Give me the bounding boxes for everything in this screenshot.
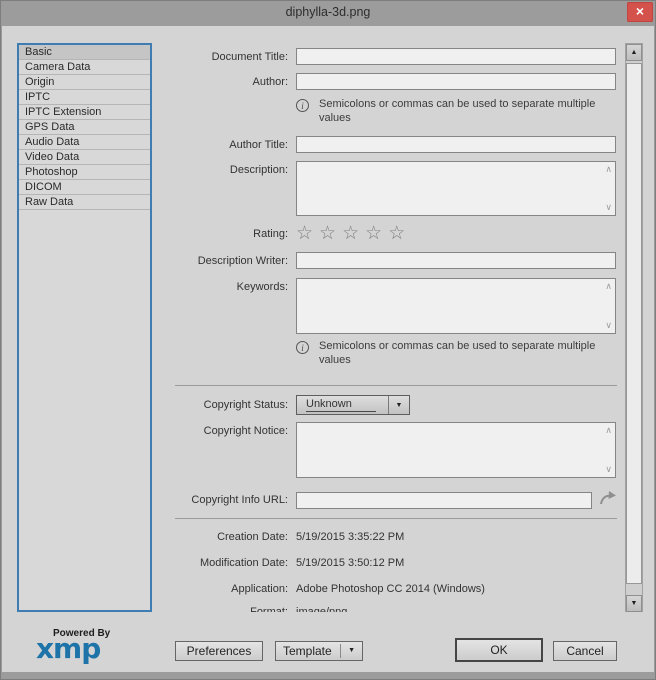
author-title-label: Author Title: <box>229 138 288 151</box>
close-icon: × <box>635 3 645 19</box>
section-divider <box>175 518 617 519</box>
author-title-input[interactable] <box>296 136 616 153</box>
info-icon: i <box>296 341 309 354</box>
section-divider <box>175 385 617 386</box>
creation-date-row: Creation Date: 5/19/2015 3:35:22 PM <box>160 531 620 543</box>
document-title-label: Document Title: <box>211 50 288 63</box>
keywords-label: Keywords: <box>236 281 288 293</box>
author-row: Author: <box>160 73 620 90</box>
multi-value-note: Semicolons or commas can be used to sepa… <box>319 340 596 366</box>
sidebar-item-dicom[interactable]: DICOM <box>19 180 150 195</box>
rating-row: Rating: ☆☆☆☆☆ <box>160 224 620 244</box>
copyright-notice-textarea[interactable] <box>296 422 616 478</box>
sidebar-item-gps-data[interactable]: GPS Data <box>19 120 150 135</box>
sidebar-item-iptc-extension[interactable]: IPTC Extension <box>19 105 150 120</box>
basic-metadata-form: Document Title: Author: i Semicolons or … <box>160 43 622 612</box>
star-icon[interactable]: ☆ <box>342 223 365 244</box>
sidebar-item-camera-data[interactable]: Camera Data <box>19 60 150 75</box>
template-button-label: Template <box>283 644 332 658</box>
sidebar-item-photoshop[interactable]: Photoshop <box>19 165 150 180</box>
format-label: Format: <box>250 606 288 612</box>
up-arrow-icon: ▲ <box>630 49 638 56</box>
description-row: Description: ∧ ∨ <box>160 161 620 216</box>
modification-date-row: Modification Date: 5/19/2015 3:50:12 PM <box>160 557 620 569</box>
copyright-info-url-row: Copyright Info URL: <box>160 487 620 513</box>
author-input[interactable] <box>296 73 616 90</box>
star-icon[interactable]: ☆ <box>388 223 411 244</box>
category-list: Basic Camera Data Origin IPTC IPTC Exten… <box>17 43 152 612</box>
application-label: Application: <box>231 583 288 595</box>
template-dropdown-arrow-icon[interactable]: ▼ <box>340 644 355 658</box>
copyright-notice-label: Copyright Notice: <box>203 425 288 437</box>
sidebar-item-iptc[interactable]: IPTC <box>19 90 150 105</box>
ok-button[interactable]: OK <box>455 638 543 662</box>
star-icon[interactable]: ☆ <box>365 223 388 244</box>
copyright-notice-row: Copyright Notice: ∧ ∨ <box>160 422 620 478</box>
dropdown-arrow-icon[interactable]: ▼ <box>388 396 409 414</box>
cancel-button[interactable]: Cancel <box>553 641 617 661</box>
copyright-info-url-label: Copyright Info URL: <box>191 494 288 506</box>
template-button[interactable]: Template ▼ <box>275 641 363 661</box>
xmp-logo: xmp <box>36 632 101 665</box>
scroll-up-button[interactable]: ▲ <box>626 44 642 61</box>
multi-value-note: Semicolons or commas can be used to sepa… <box>319 98 596 124</box>
copyright-status-value: Unknown <box>306 398 376 412</box>
description-textarea[interactable] <box>296 161 616 216</box>
sidebar-item-raw-data[interactable]: Raw Data <box>19 195 150 210</box>
sidebar-item-origin[interactable]: Origin <box>19 75 150 90</box>
sidebar-item-video-data[interactable]: Video Data <box>19 150 150 165</box>
author-title-row: Author Title: <box>160 136 620 153</box>
keywords-textarea[interactable] <box>296 278 616 334</box>
document-title-input[interactable] <box>296 48 616 65</box>
preferences-button[interactable]: Preferences <box>175 641 263 661</box>
sidebar-item-audio-data[interactable]: Audio Data <box>19 135 150 150</box>
sidebar-item-basic[interactable]: Basic <box>19 45 150 60</box>
go-to-url-arrow-icon[interactable] <box>598 488 618 513</box>
application-row: Application: Adobe Photoshop CC 2014 (Wi… <box>160 583 620 595</box>
description-writer-row: Description Writer: <box>160 252 620 269</box>
window-title: diphylla-3d.png <box>285 5 371 19</box>
down-arrow-icon: ▼ <box>630 600 638 607</box>
document-title-row: Document Title: <box>160 48 620 65</box>
rating-label: Rating: <box>253 228 288 240</box>
creation-date-label: Creation Date: <box>217 531 288 543</box>
modification-date-label: Modification Date: <box>199 557 288 569</box>
keywords-note-row: i Semicolons or commas can be used to se… <box>160 340 620 368</box>
author-label: Author: <box>252 75 288 88</box>
author-note-row: i Semicolons or commas can be used to se… <box>160 98 620 126</box>
titlebar[interactable]: diphylla-3d.png × <box>0 0 656 26</box>
file-info-dialog: diphylla-3d.png × Basic Camera Data Orig… <box>0 0 656 680</box>
description-label: Description: <box>229 164 288 176</box>
description-writer-label: Description Writer: <box>197 254 288 267</box>
star-icon[interactable]: ☆ <box>319 223 342 244</box>
keywords-row: Keywords: ∧ ∨ <box>160 278 620 334</box>
copyright-status-row: Copyright Status: Unknown ▼ <box>160 395 620 415</box>
scroll-down-button[interactable]: ▼ <box>626 595 642 612</box>
scrollbar-thumb[interactable] <box>626 63 642 584</box>
close-button[interactable]: × <box>627 2 653 22</box>
format-row: Format: image/png <box>160 606 620 612</box>
vertical-scrollbar[interactable]: ▲ ▼ <box>625 43 643 612</box>
description-writer-input[interactable] <box>296 252 616 269</box>
creation-date-value: 5/19/2015 3:35:22 PM <box>296 531 405 543</box>
star-icon[interactable]: ☆ <box>296 223 319 244</box>
copyright-status-label: Copyright Status: <box>203 399 288 411</box>
modification-date-value: 5/19/2015 3:50:12 PM <box>296 557 405 569</box>
copyright-info-url-input[interactable] <box>296 491 592 509</box>
application-value: Adobe Photoshop CC 2014 (Windows) <box>296 583 485 595</box>
copyright-status-dropdown[interactable]: Unknown ▼ <box>296 395 410 415</box>
rating-stars[interactable]: ☆☆☆☆☆ <box>296 224 411 244</box>
format-value: image/png <box>296 606 348 612</box>
info-icon: i <box>296 99 309 112</box>
